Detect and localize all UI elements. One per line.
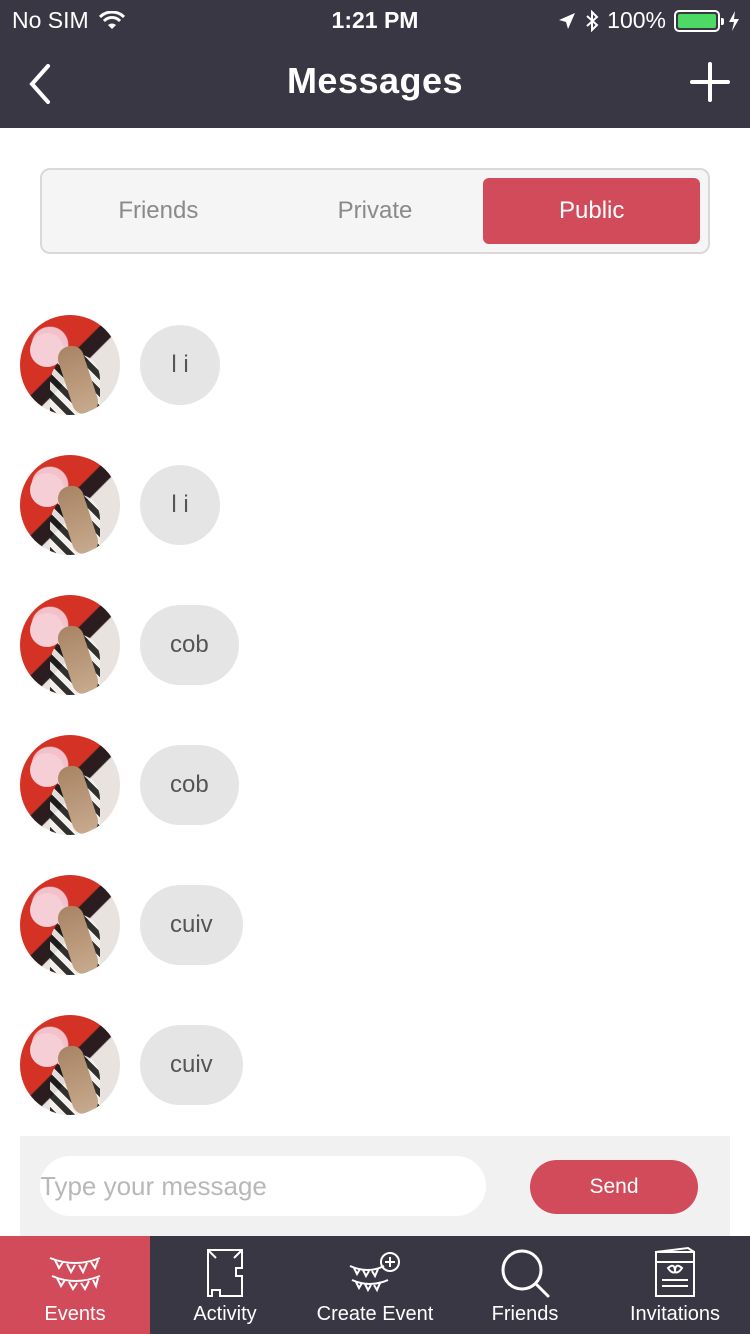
segment-private[interactable]: Private xyxy=(267,178,484,244)
message-row: cob xyxy=(20,595,239,695)
avatar[interactable] xyxy=(20,455,120,555)
status-right: 100% xyxy=(557,7,740,34)
avatar[interactable] xyxy=(20,1015,120,1115)
tab-invitations[interactable]: Invitations xyxy=(600,1236,750,1334)
message-bubble: l i xyxy=(140,325,220,405)
message-bubble: cob xyxy=(140,745,239,825)
message-row: cob xyxy=(20,735,239,835)
battery-icon xyxy=(674,9,724,32)
add-icon[interactable] xyxy=(690,62,730,102)
tab-label: Events xyxy=(44,1303,106,1325)
battery-percent: 100% xyxy=(607,7,666,33)
avatar[interactable] xyxy=(20,735,120,835)
tab-create-event[interactable]: Create Event xyxy=(300,1236,450,1334)
tab-label: Friends xyxy=(491,1303,559,1325)
tab-events[interactable]: Events xyxy=(0,1236,150,1334)
bluetooth-icon xyxy=(586,9,599,32)
message-bubble: cob xyxy=(140,605,239,685)
tab-label: Activity xyxy=(193,1303,257,1325)
message-composer: Send xyxy=(20,1136,730,1236)
avatar[interactable] xyxy=(20,875,120,975)
send-button[interactable]: Send xyxy=(530,1160,698,1214)
message-bubble: l i xyxy=(140,465,220,545)
search-icon xyxy=(501,1249,550,1298)
tab-friends[interactable]: Friends xyxy=(450,1236,600,1334)
message-input[interactable] xyxy=(40,1156,486,1216)
activity-icon xyxy=(207,1249,243,1297)
page-title: Messages xyxy=(286,60,464,101)
message-row: l i xyxy=(20,315,220,415)
status-bar: No SIM 1:21 PM 100% xyxy=(0,0,750,40)
create-event-icon xyxy=(349,1252,400,1293)
message-type-segmented-control: Friends Private Public xyxy=(40,168,710,254)
message-row: l i xyxy=(20,455,220,555)
tab-label: Invitations xyxy=(629,1303,721,1325)
charging-bolt-icon xyxy=(729,10,739,31)
segment-public[interactable]: Public xyxy=(483,178,701,244)
segment-friends[interactable]: Friends xyxy=(50,178,267,244)
bunting-icon xyxy=(49,1257,101,1291)
message-bubble: cuiv xyxy=(140,885,243,965)
tab-label: Create Event xyxy=(316,1303,434,1325)
tab-bar: Events Activity Create Event Friends Inv… xyxy=(0,1236,750,1334)
tab-activity[interactable]: Activity xyxy=(150,1236,300,1334)
message-bubble: cuiv xyxy=(140,1025,243,1105)
avatar[interactable] xyxy=(20,315,120,415)
location-arrow-icon xyxy=(559,12,576,29)
invitation-card-icon xyxy=(655,1246,695,1297)
message-row: cuiv xyxy=(20,875,243,975)
avatar[interactable] xyxy=(20,595,120,695)
message-row: cuiv xyxy=(20,1015,243,1115)
top-bar: No SIM 1:21 PM 100% Messages xyxy=(0,0,750,128)
